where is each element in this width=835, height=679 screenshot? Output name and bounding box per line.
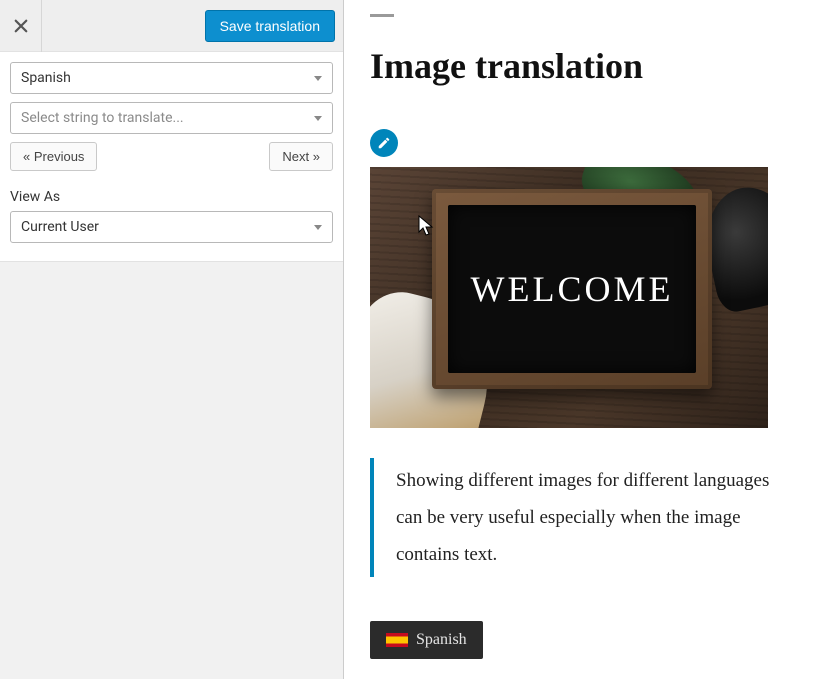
title-divider: [370, 14, 394, 17]
view-as-value: Current User: [21, 219, 99, 235]
description-quote: Showing different images for different l…: [370, 458, 790, 577]
string-select[interactable]: Select string to translate...: [10, 102, 333, 134]
string-select-placeholder: Select string to translate...: [21, 110, 184, 126]
app-root: Save translation Spanish Select string t…: [0, 0, 835, 679]
view-as-label: View As: [10, 189, 333, 205]
page-preview: Image translation WELCOME Showing differ…: [344, 0, 835, 679]
translation-sidebar: Save translation Spanish Select string t…: [0, 0, 344, 679]
caret-down-icon: [314, 225, 322, 230]
previous-button[interactable]: « Previous: [10, 142, 97, 171]
save-translation-button[interactable]: Save translation: [205, 10, 335, 42]
string-nav: « Previous Next »: [10, 142, 333, 171]
close-button[interactable]: [0, 0, 42, 52]
hero-chalkboard-text: WELCOME: [471, 268, 674, 310]
hero-chalkboard-frame: WELCOME: [432, 189, 712, 389]
sidebar-toolbar: Save translation: [0, 0, 343, 52]
caret-down-icon: [314, 116, 322, 121]
sidebar-empty-area: [0, 261, 343, 679]
view-as-select[interactable]: Current User: [10, 211, 333, 243]
close-icon: [12, 17, 30, 35]
language-select[interactable]: Spanish: [10, 62, 333, 94]
page-title: Image translation: [370, 45, 805, 87]
hero-image[interactable]: WELCOME: [370, 167, 768, 428]
language-switcher-label: Spanish: [416, 631, 467, 649]
caret-down-icon: [314, 76, 322, 81]
pencil-icon: [377, 136, 391, 150]
language-select-value: Spanish: [21, 70, 71, 86]
edit-block-button[interactable]: [370, 129, 398, 157]
flag-spain-icon: [386, 633, 408, 647]
hero-chalkboard: WELCOME: [448, 205, 696, 373]
next-button[interactable]: Next »: [269, 142, 333, 171]
language-switcher[interactable]: Spanish: [370, 621, 483, 659]
sidebar-controls: Spanish Select string to translate... « …: [0, 52, 343, 261]
